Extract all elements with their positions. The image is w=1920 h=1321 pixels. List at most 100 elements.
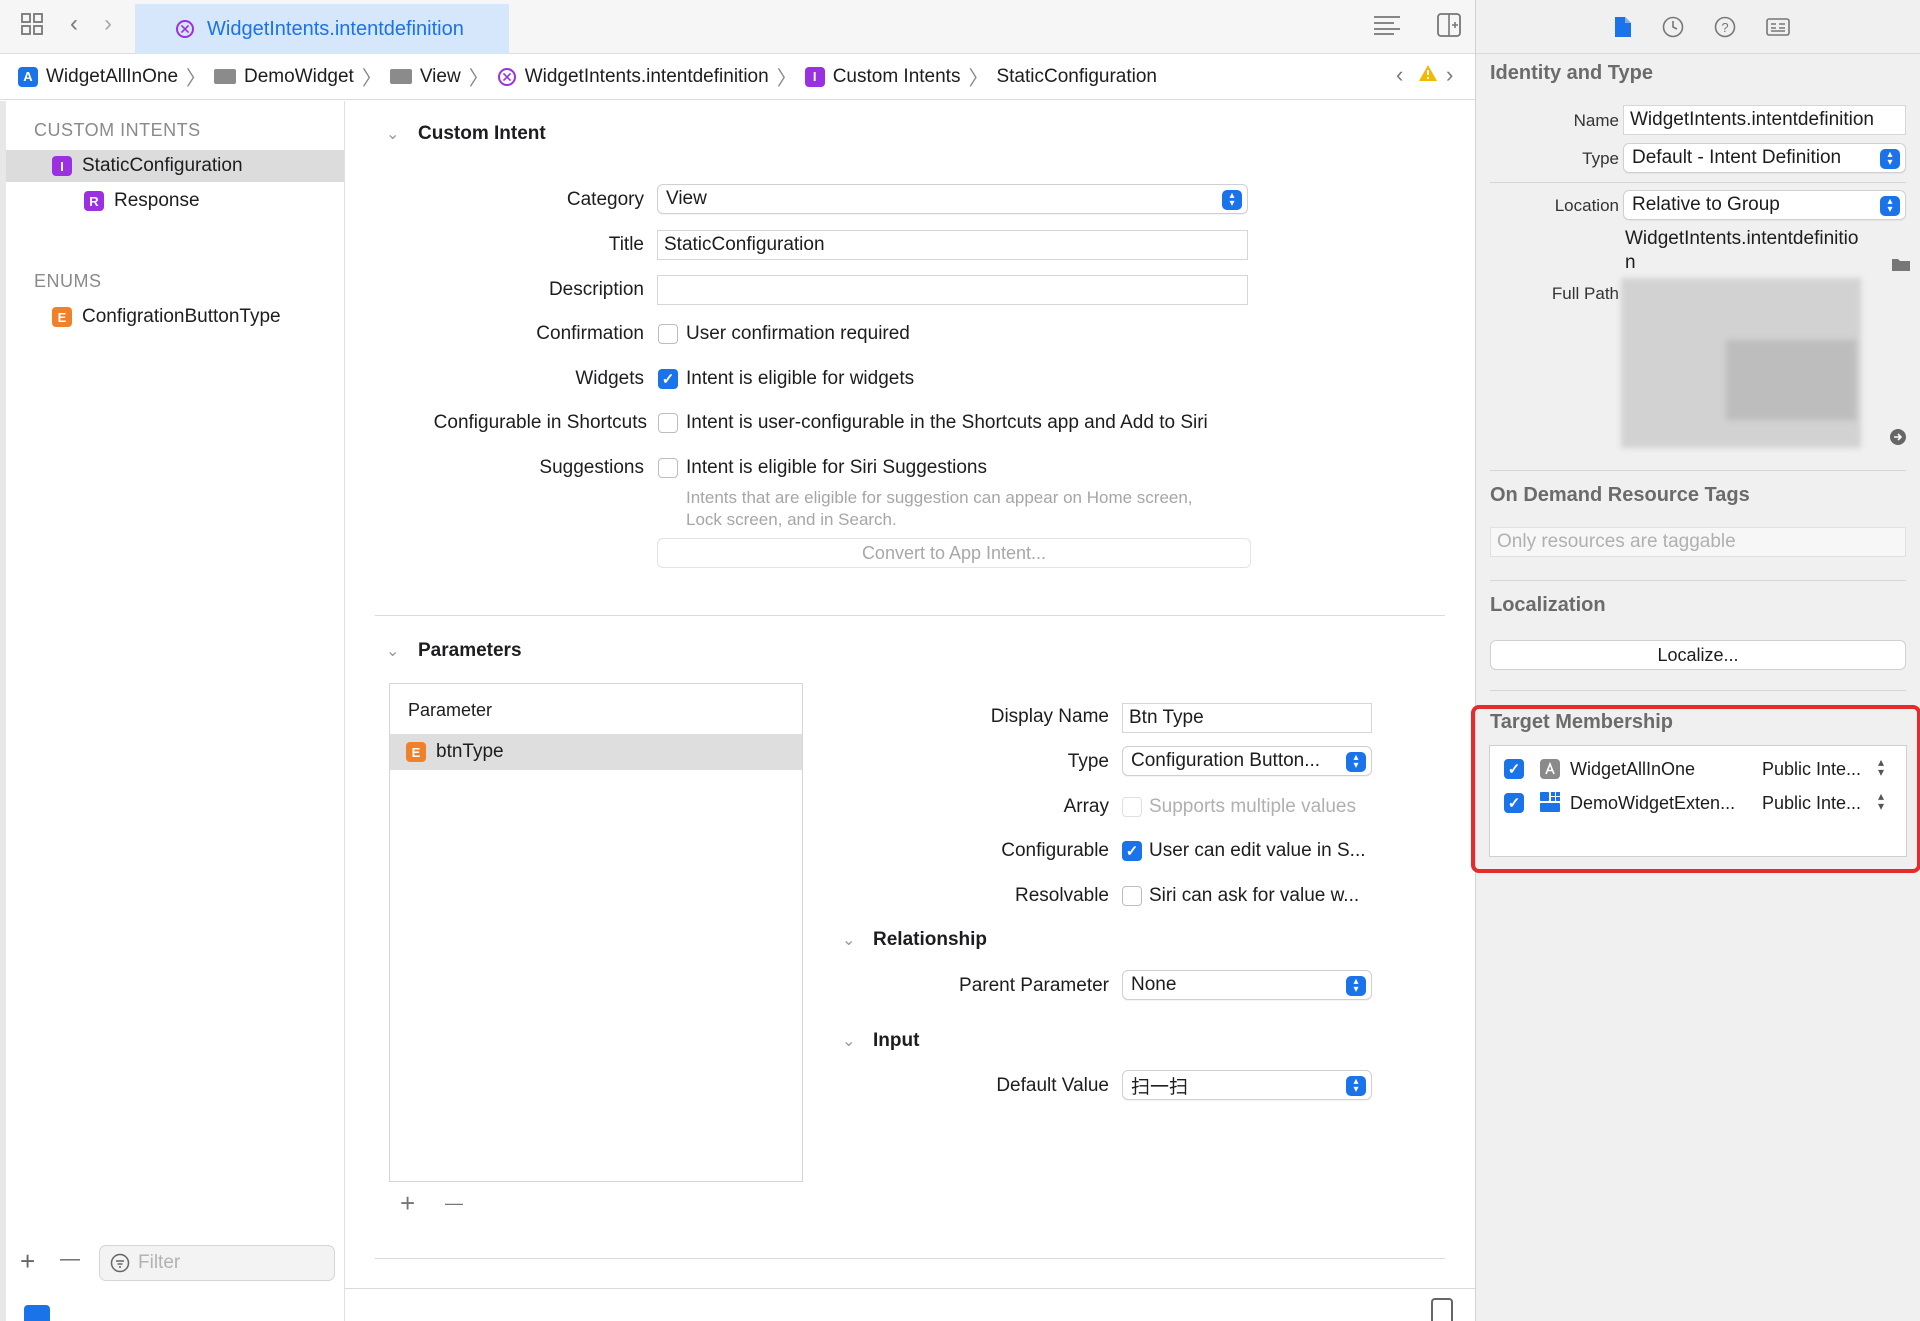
add-editor-icon[interactable] bbox=[1436, 12, 1462, 45]
full-path-label: Full Path bbox=[1551, 284, 1619, 303]
breadcrumb: A WidgetAllInOne 〉 DemoWidget 〉 View 〉 W… bbox=[0, 54, 1475, 100]
parameter-row-btntype[interactable]: E btnType bbox=[390, 734, 802, 770]
collapse-chevron-icon[interactable]: ⌄ bbox=[842, 1031, 855, 1051]
location-popup[interactable]: Relative to Group ▴ ▾ bbox=[1623, 190, 1906, 220]
parameter-column-header: Parameter bbox=[408, 700, 493, 720]
collapse-chevron-icon[interactable]: ⌄ bbox=[386, 124, 399, 144]
target-membership-highlight bbox=[1471, 705, 1920, 873]
odr-tags-field[interactable]: Only resources are taggable bbox=[1490, 527, 1906, 557]
folder-icon bbox=[389, 69, 412, 84]
array-label: Array bbox=[1063, 796, 1109, 817]
suggestions-label: Suggestions bbox=[539, 457, 644, 478]
nav-item-static-configuration[interactable]: I StaticConfiguration bbox=[6, 150, 344, 182]
chevron-right-icon: 〉 bbox=[968, 68, 989, 90]
chevron-right-icon: 〉 bbox=[776, 68, 797, 90]
convert-to-app-intent-button[interactable]: Convert to App Intent... bbox=[657, 538, 1251, 568]
array-checkbox[interactable] bbox=[1122, 797, 1142, 817]
navigator-toggle-icon[interactable] bbox=[24, 1305, 50, 1321]
reveal-arrow-icon[interactable] bbox=[1889, 428, 1907, 452]
breadcrumb-group-view[interactable]: View bbox=[389, 66, 461, 88]
suggestions-text: Intent is eligible for Siri Suggestions bbox=[686, 457, 987, 478]
section-enums: ENUMS bbox=[34, 271, 102, 291]
filter-placeholder: Filter bbox=[138, 1252, 181, 1273]
remove-button[interactable]: — bbox=[60, 1248, 80, 1271]
filter-icon bbox=[110, 1253, 130, 1273]
intent-badge-icon: I bbox=[52, 156, 72, 176]
localize-button[interactable]: Localize... bbox=[1490, 640, 1906, 670]
breadcrumb-static-configuration[interactable]: StaticConfiguration bbox=[996, 66, 1157, 88]
back-icon[interactable]: ‹ bbox=[70, 10, 78, 38]
parameters-title: Parameters bbox=[418, 640, 522, 661]
default-value-popup[interactable]: 扫一扫 ▴ ▾ bbox=[1122, 1070, 1372, 1100]
location-label: Location bbox=[1554, 196, 1619, 215]
configurable-text: User can edit value in S... bbox=[1149, 840, 1366, 861]
add-parameter-button[interactable]: + bbox=[400, 1188, 415, 1219]
shortcuts-label: Configurable in Shortcuts bbox=[433, 412, 647, 433]
next-issue-icon[interactable]: › bbox=[1446, 62, 1453, 88]
popup-stepper-icon: ▴ ▾ bbox=[1346, 752, 1366, 772]
enum-badge-icon: E bbox=[406, 742, 426, 762]
popup-stepper-icon: ▴ ▾ bbox=[1880, 196, 1900, 216]
warning-icon[interactable] bbox=[1418, 64, 1438, 88]
breadcrumb-file[interactable]: WidgetIntents.intentdefinition bbox=[497, 66, 769, 88]
shortcuts-checkbox[interactable] bbox=[658, 413, 678, 433]
section-divider bbox=[375, 615, 1445, 616]
editor-options-icon[interactable] bbox=[1372, 14, 1402, 43]
file-inspector-icon[interactable] bbox=[1614, 16, 1632, 44]
nav-item-response[interactable]: R Response bbox=[84, 185, 200, 217]
collapse-chevron-icon[interactable]: ⌄ bbox=[842, 930, 855, 950]
shortcuts-text: Intent is user-configurable in the Short… bbox=[686, 412, 1208, 433]
configurable-label: Configurable bbox=[1001, 840, 1109, 861]
display-name-label: Display Name bbox=[990, 706, 1109, 727]
quick-help-icon[interactable]: ? bbox=[1714, 16, 1736, 44]
tab-label: WidgetIntents.intentdefinition bbox=[207, 17, 464, 40]
name-label: Name bbox=[1573, 111, 1619, 130]
filter-field[interactable]: Filter bbox=[99, 1245, 335, 1281]
name-field[interactable]: WidgetIntents.intentdefinition bbox=[1623, 105, 1906, 135]
resolvable-text: Siri can ask for value w... bbox=[1149, 885, 1360, 906]
remove-parameter-button[interactable]: — bbox=[445, 1193, 463, 1214]
forward-icon[interactable]: › bbox=[104, 10, 112, 38]
xcode-window: ‹ › WidgetIntents.intentdefinition A Wid… bbox=[0, 0, 1920, 1321]
breadcrumb-project[interactable]: A WidgetAllInOne bbox=[18, 66, 178, 88]
configurable-checkbox[interactable]: ✓ bbox=[1122, 841, 1142, 861]
resolvable-checkbox[interactable] bbox=[1122, 886, 1142, 906]
add-button[interactable]: + bbox=[20, 1246, 35, 1277]
intent-definition-icon bbox=[497, 67, 516, 86]
category-popup[interactable]: View ▴ ▾ bbox=[657, 184, 1248, 214]
parameter-type-popup[interactable]: Configuration Button... ▴ ▾ bbox=[1122, 746, 1372, 776]
parent-parameter-popup[interactable]: None ▴ ▾ bbox=[1122, 970, 1372, 1000]
grid-icon[interactable] bbox=[20, 12, 44, 43]
history-icon[interactable] bbox=[1662, 16, 1684, 44]
file-type-popup[interactable]: Default - Intent Definition ▴ ▾ bbox=[1623, 143, 1906, 173]
popup-stepper-icon: ▴ ▾ bbox=[1222, 190, 1242, 210]
popup-stepper-icon: ▴ ▾ bbox=[1346, 976, 1366, 996]
confirmation-checkbox[interactable] bbox=[658, 324, 678, 344]
default-value-label: Default Value bbox=[996, 1075, 1109, 1096]
file-inspector: ? Identity and Type Name WidgetIntents.i… bbox=[1475, 0, 1920, 1321]
custom-intent-title: Custom Intent bbox=[418, 123, 546, 144]
section-custom-intents: CUSTOM INTENTS bbox=[34, 120, 201, 140]
nav-item-configration-button-type[interactable]: E ConfigrationButtonType bbox=[52, 301, 281, 333]
debug-area-toggle-icon[interactable] bbox=[1431, 1298, 1453, 1321]
widgets-checkbox[interactable]: ✓ bbox=[658, 369, 678, 389]
attributes-inspector-icon[interactable] bbox=[1766, 18, 1790, 42]
identity-and-type-title: Identity and Type bbox=[1490, 62, 1653, 84]
display-name-field[interactable]: Btn Type bbox=[1122, 703, 1372, 733]
location-file-line-1: WidgetIntents.intentdefinitio bbox=[1625, 228, 1859, 249]
widgets-label: Widgets bbox=[575, 368, 644, 389]
odr-tags-title: On Demand Resource Tags bbox=[1490, 484, 1750, 506]
parent-parameter-label: Parent Parameter bbox=[959, 975, 1109, 996]
previous-issue-icon[interactable]: ‹ bbox=[1396, 62, 1403, 88]
title-field[interactable]: StaticConfiguration bbox=[657, 230, 1248, 260]
breadcrumb-custom-intents[interactable]: I Custom Intents bbox=[804, 66, 960, 88]
inspector-separator bbox=[1490, 690, 1906, 691]
suggestions-checkbox[interactable] bbox=[658, 458, 678, 478]
suggestions-hint-line-2: Lock screen, and in Search. bbox=[686, 510, 897, 529]
title-label: Title bbox=[608, 234, 644, 255]
folder-icon[interactable] bbox=[1891, 256, 1911, 278]
description-field[interactable] bbox=[657, 275, 1248, 305]
collapse-chevron-icon[interactable]: ⌄ bbox=[386, 641, 399, 661]
breadcrumb-group-demowidget[interactable]: DemoWidget bbox=[214, 66, 354, 88]
tab-widget-intents[interactable]: WidgetIntents.intentdefinition bbox=[135, 4, 509, 54]
